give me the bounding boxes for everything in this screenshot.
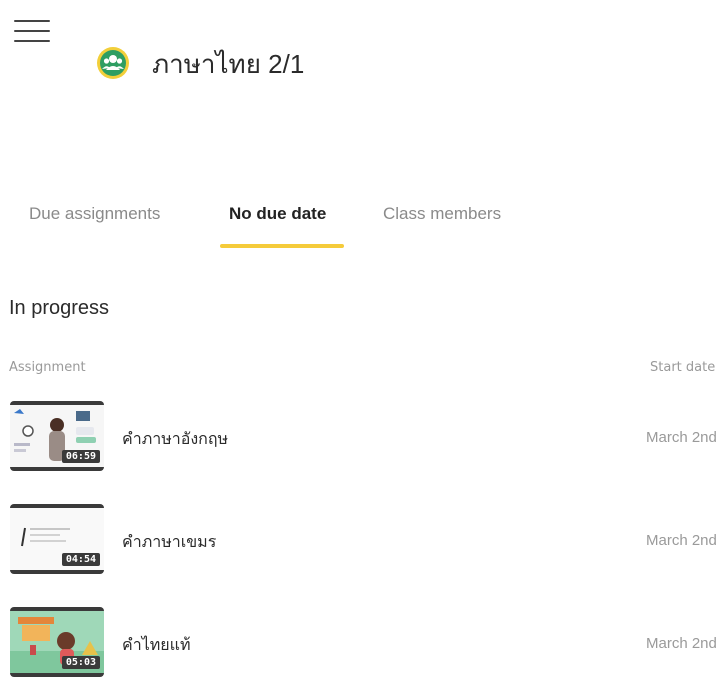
active-tab-indicator — [220, 244, 344, 248]
video-thumbnail[interactable]: 04:54 — [10, 504, 104, 574]
column-header-assignment: Assignment — [9, 360, 86, 375]
assignment-title[interactable]: คำไทยแท้ — [122, 633, 191, 658]
assignment-title[interactable]: คำภาษาเขมร — [122, 530, 216, 555]
assignment-start-date: March 2nd — [646, 532, 717, 549]
class-title: ภาษาไทย 2/1 — [152, 49, 305, 79]
hamburger-menu-icon[interactable] — [14, 18, 50, 44]
tab-due-assignments[interactable]: Due assignments — [29, 204, 160, 224]
tab-no-due-date[interactable]: No due date — [229, 204, 326, 224]
video-duration: 06:59 — [61, 450, 100, 463]
class-group-icon — [96, 46, 130, 80]
video-duration: 05:03 — [61, 656, 100, 669]
column-header-start-date: Start date — [650, 360, 716, 375]
assignment-row[interactable]: 05:03 คำไทยแท้ March 2nd — [0, 607, 721, 679]
section-title-in-progress: In progress — [9, 297, 110, 319]
video-thumbnail[interactable]: 06:59 — [10, 401, 104, 471]
assignment-start-date: March 2nd — [646, 429, 717, 446]
assignment-row[interactable]: 06:59 คำภาษาอังกฤษ March 2nd — [0, 401, 721, 473]
video-thumbnail[interactable]: 05:03 — [10, 607, 104, 677]
tab-class-members[interactable]: Class members — [383, 204, 501, 224]
assignment-title[interactable]: คำภาษาอังกฤษ — [122, 427, 228, 452]
assignment-start-date: March 2nd — [646, 635, 717, 652]
video-duration: 04:54 — [61, 553, 100, 566]
assignment-row[interactable]: 04:54 คำภาษาเขมร March 2nd — [0, 504, 721, 576]
